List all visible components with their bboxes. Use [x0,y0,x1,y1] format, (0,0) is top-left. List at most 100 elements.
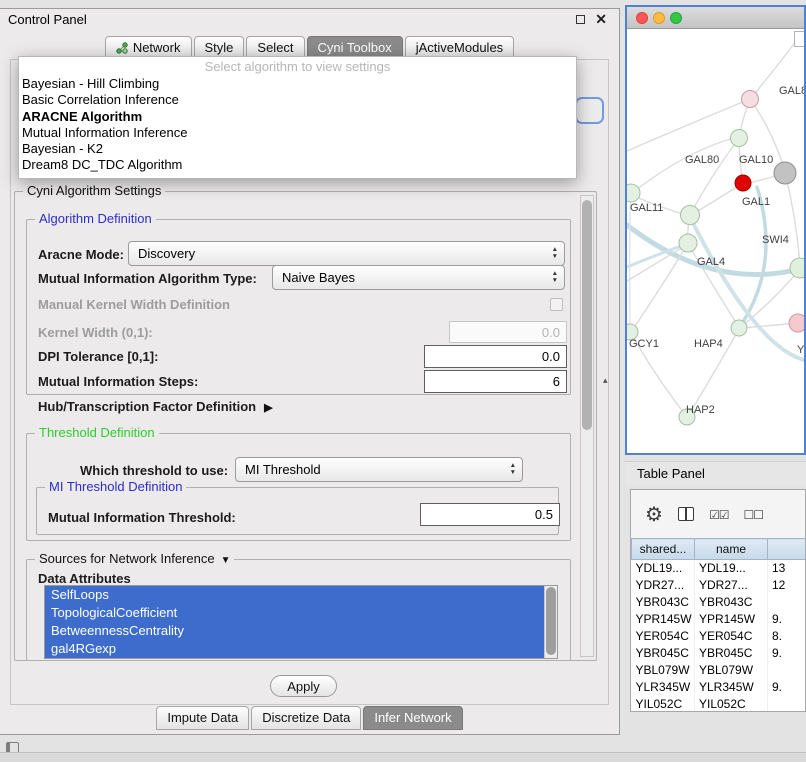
select-all-icon[interactable] [709,507,729,522]
table-cell[interactable]: YDL19... [632,560,695,577]
column-header[interactable]: name [695,539,768,560]
column-header[interactable]: shared... [632,539,695,560]
attribute-item-selected[interactable]: BetweennessCentrality [45,622,544,640]
network-node[interactable] [742,91,759,108]
table-cell[interactable]: 9. [768,679,806,696]
table-cell[interactable] [768,696,806,713]
network-node[interactable] [731,130,748,147]
table-cell[interactable]: YBR043C [695,594,768,611]
minimize-window-icon[interactable] [653,12,665,24]
mi-steps-field[interactable]: 6 [424,370,567,393]
network-node-label: GAL10 [739,154,773,166]
close-window-icon[interactable] [636,12,648,24]
algorithm-popup-item[interactable]: Bayesian - K2 [19,141,576,157]
list-scrollbar[interactable] [544,586,557,658]
float-panel-icon[interactable] [576,15,585,24]
table-cell[interactable]: YPR145W [632,611,695,628]
table-cell[interactable]: YER054C [632,628,695,645]
table-row[interactable]: YER054CYER054C8. [632,628,806,645]
network-edge[interactable] [690,138,739,215]
table-cell[interactable] [768,594,806,611]
scrollbar-thumb[interactable] [546,587,556,655]
table-row[interactable]: YBL079WYBL079W [632,662,806,679]
which-threshold-combobox[interactable]: MI Threshold [235,457,523,482]
mi-type-combobox[interactable]: Naive Bayes [272,265,565,290]
dpi-tolerance-field[interactable]: 0.0 [424,345,567,368]
network-edge[interactable] [785,173,800,267]
table-cell[interactable]: YIL052C [695,696,768,713]
zoom-window-icon[interactable] [670,12,682,24]
table-cell[interactable]: YDL19... [695,560,768,577]
table-cell[interactable]: YDR27... [632,577,695,594]
table-cell[interactable]: YBL079W [695,662,768,679]
deselect-all-icon[interactable] [743,507,763,522]
table-cell[interactable]: YLR345W [695,679,768,696]
network-edge[interactable] [627,99,750,151]
splitter-arrow-icon[interactable]: ▴ [603,375,608,386]
tab-impute-data[interactable]: Impute Data [156,706,249,730]
table-cell[interactable]: YPR145W [695,611,768,628]
table-cell[interactable]: 12 [768,577,806,594]
algorithm-combobox-focused[interactable] [575,97,604,124]
table-cell[interactable] [768,662,806,679]
table-cell[interactable]: YBR043C [632,594,695,611]
network-node[interactable] [790,258,806,278]
table-cell[interactable]: 9. [768,611,806,628]
tab-infer-network[interactable]: Infer Network [363,706,462,730]
attribute-item-selected[interactable]: TopologicalCoefficient [45,604,544,622]
network-scrollbar[interactable] [794,31,805,47]
table-cell[interactable]: YBR045C [695,645,768,662]
columns-icon[interactable] [678,507,694,521]
sources-expander[interactable]: Sources for Network Inference [35,551,234,566]
attribute-item-selected[interactable]: SelfLoops [45,586,544,604]
algorithm-popup-item[interactable]: Mutual Information Inference [19,125,576,141]
algorithm-popup-item-selected[interactable]: ARACNE Algorithm [19,109,576,125]
table-row[interactable]: YBR043CYBR043C [632,594,806,611]
table-row[interactable]: YDR27...YDR27...12 [632,577,806,594]
table-cell[interactable]: YIL052C [632,696,695,713]
table-cell[interactable]: YBR045C [632,645,695,662]
network-node[interactable] [735,175,751,191]
table-row[interactable]: YDL19...YDL19...13 [632,560,806,577]
network-node[interactable] [789,314,806,332]
kernel-width-field[interactable]: 0.0 [449,321,567,343]
close-panel-icon[interactable]: ✕ [595,11,607,28]
data-attributes-list[interactable]: SelfLoops TopologicalCoefficient Between… [44,585,558,659]
manual-kernel-checkbox[interactable] [550,298,563,311]
table-row[interactable]: YBR045CYBR045C9. [632,645,806,662]
table-row[interactable]: YLR345WYLR345W9. [632,679,806,696]
table-cell[interactable]: 8. [768,628,806,645]
network-node[interactable] [731,320,747,336]
network-node[interactable] [679,234,697,252]
table-cell[interactable]: 13 [768,560,806,577]
table-row[interactable]: YIL052CYIL052C [632,696,806,713]
network-node[interactable] [774,162,796,184]
network-edge[interactable] [631,245,687,332]
table-cell[interactable]: YBL079W [632,662,695,679]
network-edge[interactable] [630,194,631,331]
settings-scrollbar[interactable] [580,195,594,657]
scrollbar-thumb[interactable] [582,200,592,430]
network-node[interactable] [681,206,700,225]
algorithm-popup-item[interactable]: Basic Correlation Inference [19,92,576,108]
column-header[interactable] [768,539,806,560]
table-row[interactable]: YPR145WYPR145W9. [632,611,806,628]
table-cell[interactable]: YER054C [695,628,768,645]
network-node[interactable] [627,184,640,202]
table-cell[interactable]: 9. [768,645,806,662]
network-edge[interactable] [631,137,737,194]
hub-definition-expander[interactable]: Hub/Transcription Factor Definition [38,399,273,414]
mi-threshold-field[interactable]: 0.5 [420,503,560,526]
algorithm-popup-item[interactable]: Bayesian - Hill Climbing [19,76,576,92]
network-window-titlebar[interactable] [627,7,804,29]
gear-icon[interactable] [645,502,663,527]
algorithm-popup-item[interactable]: Dream8 DC_TDC Algorithm [19,157,576,173]
aracne-mode-combobox[interactable]: Discovery [128,241,565,266]
table-cell[interactable]: YDR27... [695,577,768,594]
tab-discretize-data[interactable]: Discretize Data [251,706,361,730]
network-edge[interactable] [739,323,797,328]
table-cell[interactable]: YLR345W [632,679,695,696]
network-canvas[interactable]: GAL8GAL80GAL10GAL11GAL1SWI4GAL4GCY1HAP4H… [627,29,806,455]
apply-button[interactable]: Apply [270,675,337,697]
attribute-item-selected[interactable]: gal4RGexp [45,640,544,658]
